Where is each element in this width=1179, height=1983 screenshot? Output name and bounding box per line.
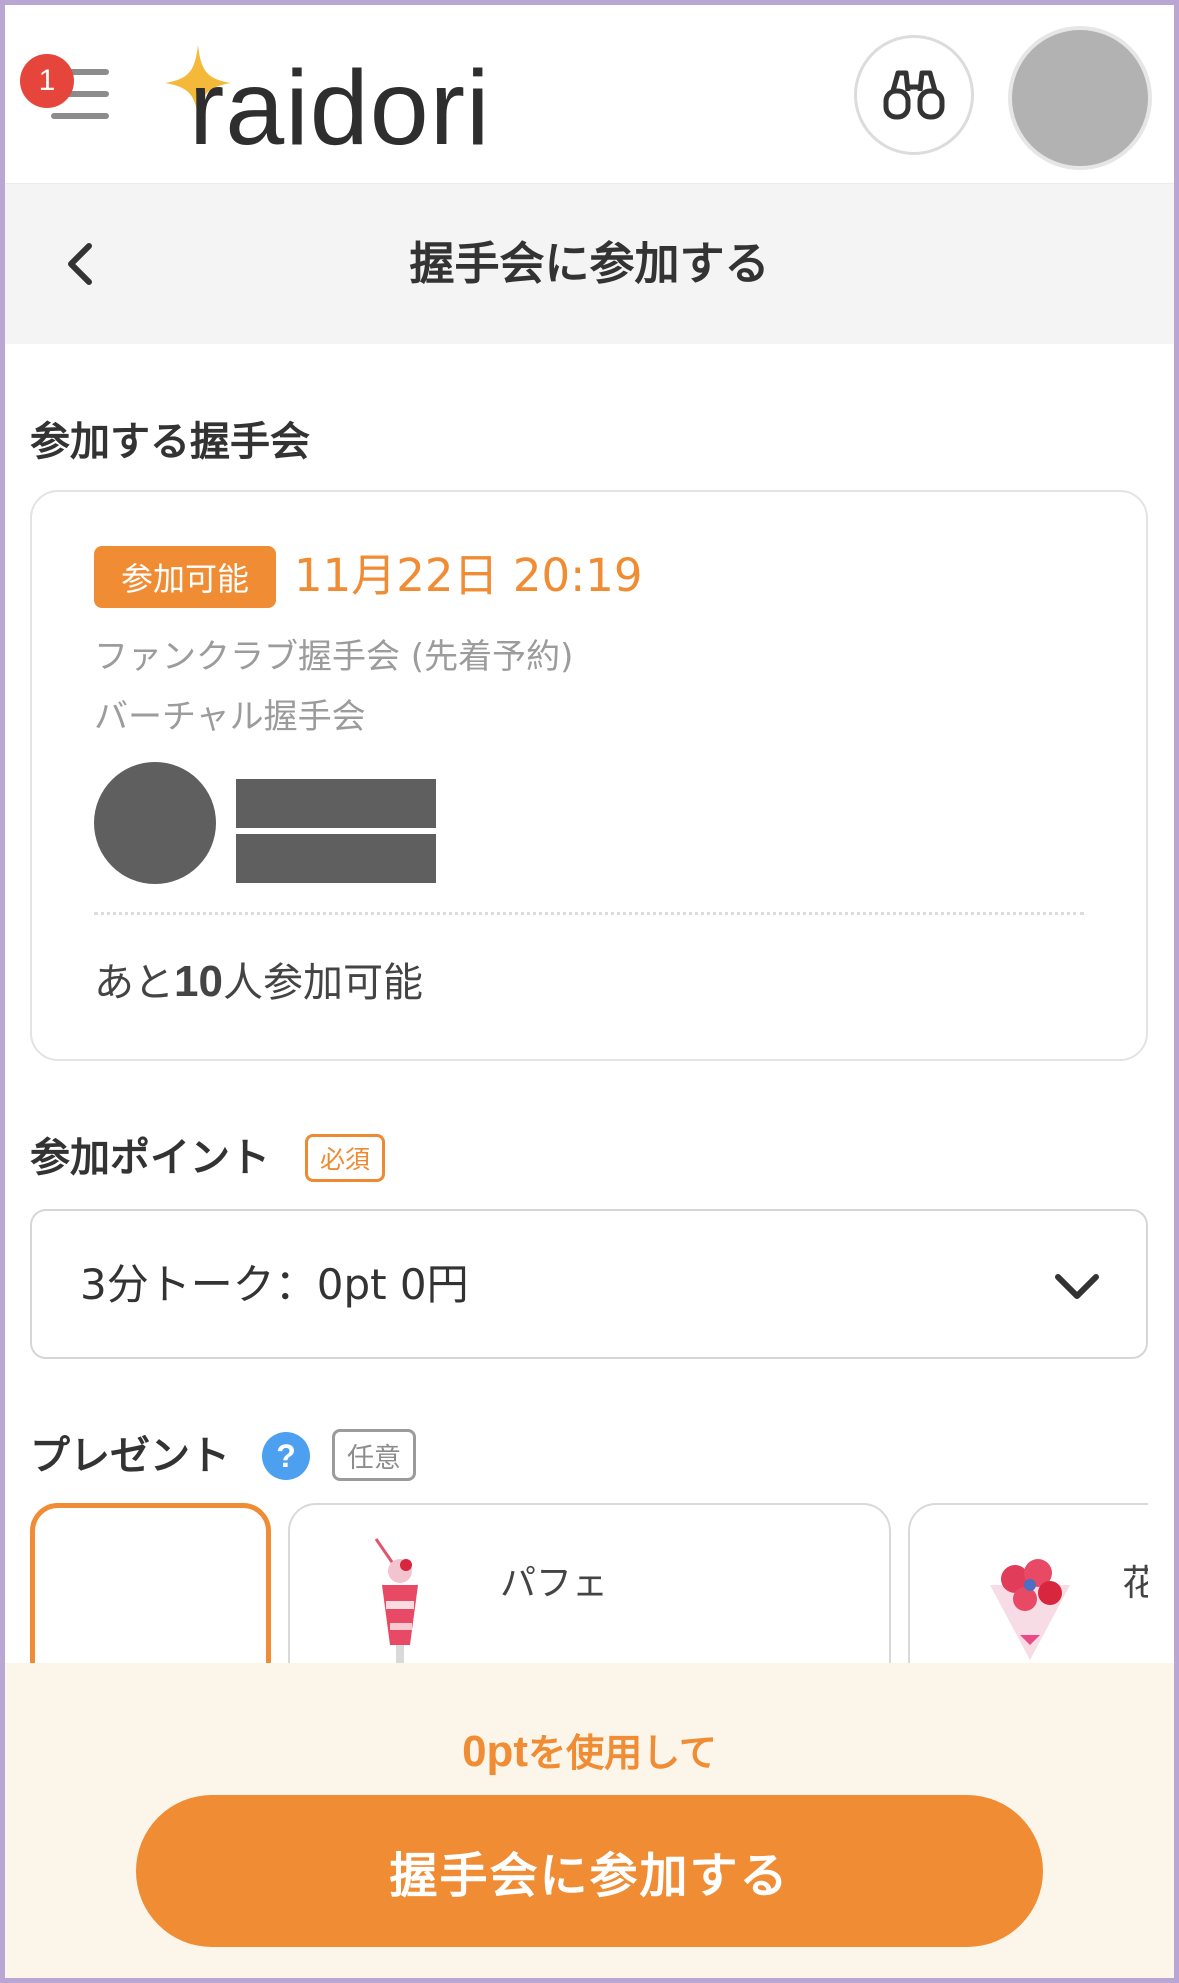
present-item-flower[interactable]: 花 bbox=[908, 1503, 1148, 1663]
remaining-count: 10 bbox=[174, 957, 223, 1006]
event-date: 11月22日 20:19 bbox=[294, 549, 643, 602]
join-button[interactable]: 握手会に参加する bbox=[136, 1795, 1043, 1947]
app-header: 1 raidori bbox=[5, 5, 1174, 185]
footer-bar: 0ptを使用して 握手会に参加する bbox=[5, 1663, 1174, 1978]
points-amount: 0pt bbox=[462, 1727, 529, 1776]
points-select-value: 3分トーク：0pt 0円 bbox=[80, 1260, 469, 1309]
host-name-redacted bbox=[236, 779, 436, 828]
required-tag: 必須 bbox=[305, 1134, 385, 1182]
event-card: 参加可能 11月22日 20:19 ファンクラブ握手会 (先着予約) バーチャル… bbox=[30, 490, 1148, 1061]
status-badge: 参加可能 bbox=[94, 546, 276, 608]
divider bbox=[94, 912, 1084, 915]
present-list: パフェ 花 bbox=[30, 1503, 1148, 1663]
binoculars-icon bbox=[883, 70, 945, 120]
search-button[interactable] bbox=[854, 35, 974, 155]
points-section-title: 参加ポイント bbox=[30, 1135, 270, 1181]
logo-text: raidori bbox=[189, 49, 491, 167]
present-label: パフェ bbox=[500, 1563, 609, 1604]
points-select[interactable]: 3分トーク：0pt 0円 bbox=[30, 1209, 1148, 1359]
optional-tag: 任意 bbox=[332, 1429, 416, 1481]
remaining-slots: あと10人参加可能 bbox=[94, 952, 423, 1013]
user-avatar[interactable] bbox=[1008, 26, 1152, 170]
chevron-down-icon bbox=[1055, 1274, 1099, 1299]
remaining-suffix: 人参加可能 bbox=[222, 960, 423, 1006]
page-header: 握手会に参加する bbox=[5, 184, 1174, 344]
event-section-title: 参加する握手会 bbox=[30, 419, 310, 465]
parfait-icon bbox=[374, 1538, 418, 1663]
points-usage-note: 0ptを使用して bbox=[5, 1725, 1174, 1780]
host-avatar bbox=[94, 762, 216, 884]
present-section-title: プレゼント bbox=[30, 1433, 230, 1479]
help-icon[interactable]: ? bbox=[262, 1432, 310, 1480]
remaining-prefix: あと bbox=[94, 960, 174, 1006]
page-title: 握手会に参加する bbox=[409, 237, 770, 290]
notification-badge: 1 bbox=[20, 54, 74, 108]
present-item-parfait[interactable]: パフェ bbox=[288, 1503, 891, 1663]
present-label: 花 bbox=[1122, 1563, 1148, 1604]
present-item-none[interactable] bbox=[30, 1503, 271, 1663]
event-type: ファンクラブ握手会 (先着予約) bbox=[94, 637, 574, 677]
points-suffix: を使用して bbox=[528, 1731, 717, 1775]
menu-line bbox=[51, 113, 109, 119]
bouquet-icon bbox=[990, 1559, 1070, 1660]
event-format: バーチャル握手会 bbox=[94, 697, 366, 737]
host-name-redacted bbox=[236, 834, 436, 883]
logo[interactable]: raidori bbox=[163, 35, 543, 165]
